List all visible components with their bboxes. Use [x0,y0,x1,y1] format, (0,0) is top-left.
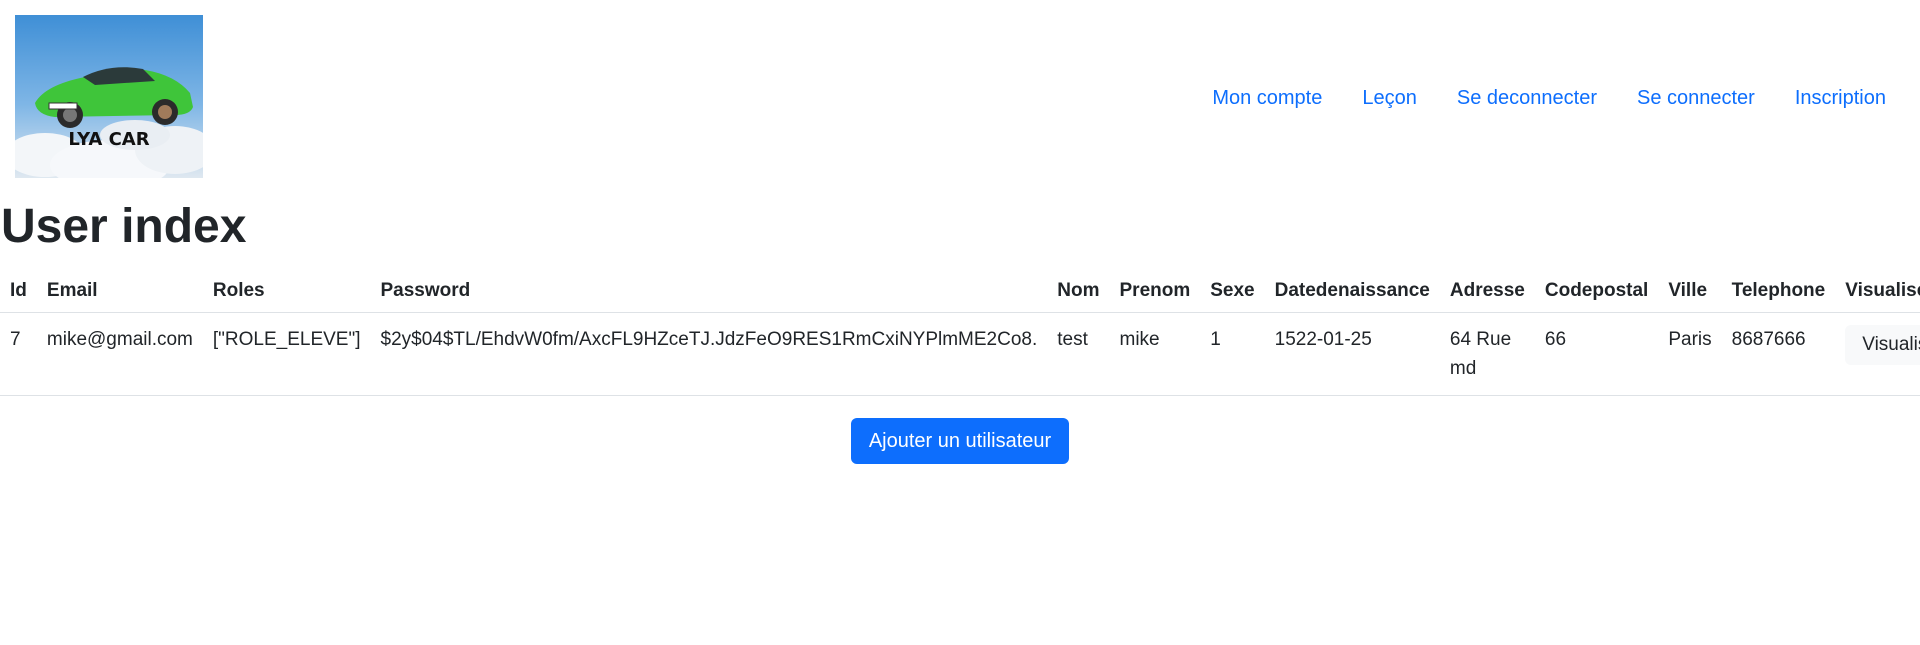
col-header-adresse: Adresse [1439,270,1535,313]
cell-ville: Paris [1658,312,1722,396]
page-title: User index [1,200,247,253]
cell-adresse: 64 Rue md [1439,312,1535,396]
nav-se-deconnecter[interactable]: Se deconnecter [1457,84,1597,112]
users-table: Id Email Roles Password Nom Prenom Sexe … [0,270,1920,396]
nav-se-connecter[interactable]: Se connecter [1637,84,1755,112]
cell-roles: ["ROLE_ELEVE"] [202,312,371,396]
add-user-button[interactable]: Ajouter un utilisateur [851,418,1069,464]
nav-lecon[interactable]: Leçon [1362,84,1417,112]
users-table-wrap: Id Email Roles Password Nom Prenom Sexe … [0,270,1920,396]
nav-inscription[interactable]: Inscription [1795,84,1886,112]
logo-text: LYA CAR [68,129,149,150]
col-header-ville: Ville [1658,270,1722,313]
view-user-button[interactable]: Visualiser [1845,325,1920,365]
cell-datedenaissance: 1522-01-25 [1264,312,1440,396]
col-header-password: Password [370,270,1048,313]
main-nav: Mon compte Leçon Se deconnecter Se conne… [1172,84,1886,112]
cell-telephone: 8687666 [1721,312,1836,396]
table-header-row: Id Email Roles Password Nom Prenom Sexe … [0,270,1920,313]
cell-password: $2y$04$TL/EhdvW0fm/AxcFL9HZceTJ.JdzFeO9R… [370,312,1048,396]
navbar: LYA CAR Mon compte Leçon Se deconnecter … [0,0,1920,196]
cell-action: Visualiser [1835,312,1920,396]
col-header-email: Email [36,270,203,313]
cell-nom: test [1047,312,1110,396]
col-header-sexe: Sexe [1200,270,1265,313]
col-header-telephone: Telephone [1721,270,1836,313]
logo[interactable]: LYA CAR [15,15,203,178]
cell-id: 7 [0,312,37,396]
cell-prenom: mike [1109,312,1201,396]
cell-email: mike@gmail.com [36,312,203,396]
col-header-visualiser: Visualiser [1835,270,1920,313]
cell-codepostal: 66 [1534,312,1659,396]
col-header-id: Id [0,270,37,313]
col-header-roles: Roles [202,270,371,313]
col-header-nom: Nom [1047,270,1110,313]
table-row: 7 mike@gmail.com ["ROLE_ELEVE"] $2y$04$T… [0,312,1920,396]
col-header-codepostal: Codepostal [1534,270,1659,313]
nav-mon-compte[interactable]: Mon compte [1212,84,1322,112]
col-header-prenom: Prenom [1109,270,1201,313]
cell-sexe: 1 [1200,312,1265,396]
col-header-datedenaissance: Datedenaissance [1264,270,1440,313]
